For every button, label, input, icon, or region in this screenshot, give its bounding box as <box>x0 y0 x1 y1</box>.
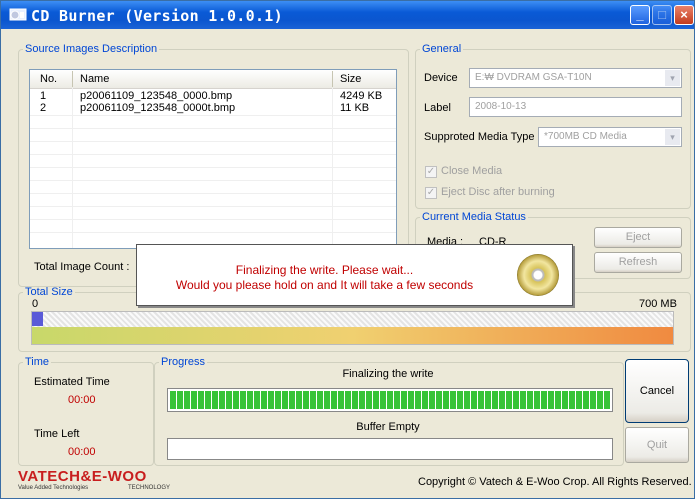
write-progress-bar <box>167 388 613 412</box>
chevron-down-icon: ▾ <box>665 70 680 86</box>
device-select[interactable]: E:₩ DVDRAM GSA-T10N ▾ <box>469 68 682 88</box>
time-left-value: 00:00 <box>68 446 96 458</box>
progress-legend: Progress <box>161 356 206 368</box>
time-left-label: Time Left <box>34 428 80 440</box>
row-no: 2 <box>40 102 47 114</box>
close-button[interactable]: × <box>674 5 694 25</box>
quit-button[interactable]: Quit <box>625 427 689 463</box>
eject-disc-checkbox[interactable]: ✓ <box>425 187 437 199</box>
total-size-min: 0 <box>32 298 39 310</box>
eject-disc-label: Eject Disc after burning <box>441 186 555 198</box>
time-legend: Time <box>25 356 50 368</box>
maximize-icon: □ <box>658 7 666 22</box>
label-input[interactable]: 2008-10-13 <box>469 97 682 117</box>
total-image-count-label: Total Image Count : <box>34 261 130 273</box>
write-progress-fill <box>170 391 610 409</box>
row-size: 4249 KB <box>340 90 383 102</box>
vatech-ewoo-logo: VATECH&E-WOO Value Added Technologies TE… <box>18 468 170 495</box>
source-images-list[interactable]: No. Name Size 1 p20061109_123548_0000.bm… <box>29 69 397 249</box>
finalizing-popup: Finalizing the write. Please wait... Wou… <box>136 244 573 306</box>
logo-sub1: Value Added Technologies <box>18 485 89 491</box>
disc-icon <box>517 254 559 296</box>
col-header-name[interactable]: Name <box>80 73 109 85</box>
col-header-size[interactable]: Size <box>340 73 361 85</box>
table-row[interactable]: 2 p20061109_123548_0000t.bmp 11 KB <box>30 102 396 114</box>
maximize-button[interactable]: □ <box>652 5 672 25</box>
table-row[interactable]: 1 p20061109_123548_0000.bmp 4249 KB <box>30 90 396 102</box>
buffer-label: Buffer Empty <box>356 421 420 433</box>
copyright-text: Copyright © Vatech & E-Woo Crop. All Rig… <box>418 476 692 488</box>
close-icon: × <box>680 7 688 22</box>
logo-sub2: TECHNOLOGY <box>128 485 171 491</box>
source-images-legend: Source Images Description <box>25 43 158 55</box>
refresh-button[interactable]: Refresh <box>594 252 682 273</box>
label-value: 2008-10-13 <box>475 101 527 112</box>
title-bar[interactable]: CD Burner (Version 1.0.0.1) _ □ × <box>1 1 694 29</box>
popup-line2: Would you please hold on and It will tak… <box>175 278 474 292</box>
row-no: 1 <box>40 90 47 102</box>
minimize-icon: _ <box>636 7 644 22</box>
chevron-down-icon: ▾ <box>665 129 680 145</box>
estimated-time-label: Estimated Time <box>34 376 110 388</box>
progress-status: Finalizing the write <box>342 368 434 380</box>
logo-main: VATECH&E-WOO <box>18 468 147 485</box>
col-header-no[interactable]: No. <box>40 73 57 85</box>
row-name: p20061109_123548_0000t.bmp <box>80 102 236 114</box>
row-name: p20061109_123548_0000.bmp <box>80 90 233 102</box>
buffer-progress-bar <box>167 438 613 460</box>
list-header: No. Name Size <box>30 70 396 89</box>
close-media-checkbox[interactable]: ✓ <box>425 166 437 178</box>
cd-burner-window: CD Burner (Version 1.0.0.1) _ □ × Source… <box>0 0 695 499</box>
app-cd-icon <box>9 8 27 21</box>
total-size-capacity-gradient <box>32 327 673 344</box>
device-label: Device <box>424 72 458 84</box>
general-legend: General <box>422 43 462 55</box>
popup-line1: Finalizing the write. Please wait... <box>235 263 414 277</box>
estimated-time-value: 00:00 <box>68 394 96 406</box>
total-size-legend: Total Size <box>25 286 73 298</box>
total-size-used-fill <box>32 312 43 326</box>
cancel-button[interactable]: Cancel <box>625 359 689 423</box>
media-type-value: *700MB CD Media <box>544 131 627 142</box>
eject-button[interactable]: Eject <box>594 227 682 248</box>
device-value: E:₩ DVDRAM GSA-T10N <box>475 72 592 83</box>
media-status-legend: Current Media Status <box>422 211 526 223</box>
media-type-label: Supproted Media Type <box>424 131 535 143</box>
row-size: 11 KB <box>340 102 370 114</box>
minimize-button[interactable]: _ <box>630 5 650 25</box>
total-size-bar <box>31 311 674 345</box>
total-size-max: 700 MB <box>639 298 677 310</box>
media-type-select[interactable]: *700MB CD Media ▾ <box>538 127 682 147</box>
label-label: Label <box>424 102 451 114</box>
close-media-label: Close Media <box>441 165 503 177</box>
window-title: CD Burner (Version 1.0.0.1) <box>31 7 283 25</box>
